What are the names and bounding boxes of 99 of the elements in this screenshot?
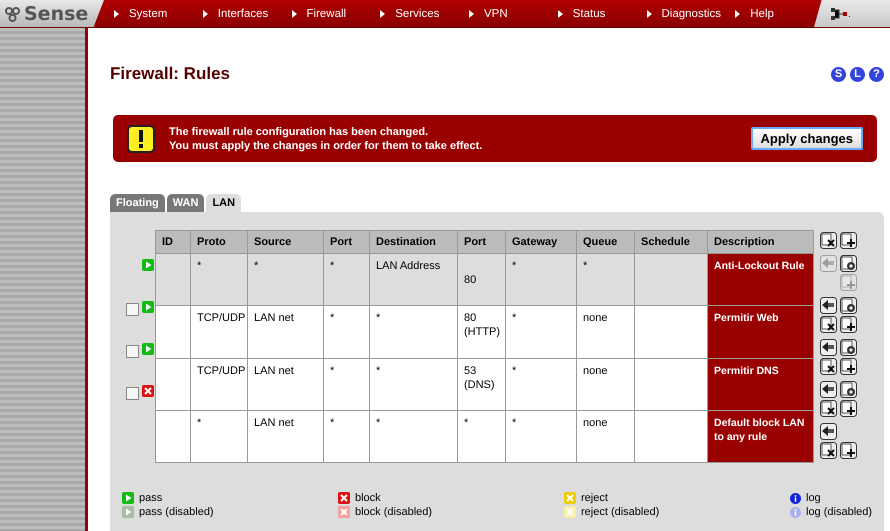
- table-cell: none: [576, 410, 634, 462]
- legend-label: pass (disabled): [139, 506, 214, 518]
- alert-message: The firewall rule configuration has been changed. You must apply the changes in order for them to take effect.: [169, 124, 484, 152]
- menu-item[interactable]: Firewall: [282, 8, 370, 20]
- menu-item[interactable]: Interfaces: [192, 8, 282, 20]
- table-cell: TCP/UDP: [190, 306, 248, 358]
- triangle-icon: [380, 10, 386, 18]
- move-icon[interactable]: [820, 381, 837, 398]
- table-cell: *: [324, 254, 370, 306]
- triangle-icon: [558, 10, 563, 18]
- table-cell: *: [458, 410, 506, 462]
- warning-icon: [127, 124, 155, 152]
- column-header: Source: [248, 230, 324, 254]
- table-cell: 80 (HTTP): [458, 306, 506, 358]
- table-cell: *: [370, 410, 458, 462]
- table-cell: 53 (DNS): [458, 358, 506, 410]
- legend-label: pass: [139, 492, 162, 504]
- table-cell: LAN net: [248, 358, 324, 410]
- page-title: Firewall: Rules: [110, 64, 230, 84]
- legend-label: log: [806, 492, 821, 504]
- table-cell: 80: [458, 254, 506, 306]
- table-cell: LAN net: [248, 410, 324, 462]
- tab[interactable]: Floating: [110, 194, 165, 212]
- checkbox[interactable]: [126, 345, 139, 358]
- column-header: Queue: [576, 230, 634, 254]
- triangle-icon: [202, 10, 208, 18]
- menu-item[interactable]: Diagnostics: [636, 8, 726, 20]
- legend-label: block: [355, 492, 381, 504]
- table-cell: LAN Address: [370, 254, 458, 306]
- legend-label: reject: [581, 492, 608, 504]
- triangle-icon: [469, 10, 474, 18]
- table-cell: *: [506, 358, 576, 410]
- network-icon[interactable]: [830, 6, 850, 20]
- column-header: Schedule: [634, 230, 708, 254]
- help-link[interactable]: L: [850, 66, 865, 82]
- add-icon[interactable]: [840, 232, 857, 249]
- delete-icon[interactable]: [820, 232, 837, 249]
- table-cell: *: [324, 358, 370, 410]
- table-cell: *: [576, 254, 634, 306]
- edit-icon[interactable]: [840, 255, 857, 272]
- table-cell: *: [190, 410, 248, 462]
- add-icon[interactable]: [840, 400, 857, 417]
- legend-label: reject (disabled): [581, 506, 660, 518]
- column-header: Destination: [370, 230, 458, 254]
- table-cell: *: [370, 358, 458, 410]
- move-icon[interactable]: [820, 297, 837, 314]
- column-header: Port: [458, 230, 506, 254]
- legend-label: block (disabled): [355, 506, 432, 518]
- tab[interactable]: WAN: [166, 194, 204, 212]
- triangle-icon: [114, 10, 119, 18]
- table-cell: none: [576, 358, 634, 410]
- table-cell: *: [506, 254, 576, 306]
- rule-description: Default block LAN to any rule: [708, 410, 814, 462]
- rule-description: Permitir DNS: [708, 358, 814, 410]
- triangle-icon: [292, 10, 296, 18]
- move-icon[interactable]: [820, 423, 837, 440]
- delete-icon[interactable]: [820, 316, 837, 333]
- add-icon[interactable]: [840, 316, 857, 333]
- edit-icon[interactable]: [840, 381, 857, 398]
- table-cell: *: [324, 410, 370, 462]
- apply-changes-button[interactable]: Apply changes: [750, 127, 863, 150]
- legend-label: log (disabled): [806, 506, 872, 518]
- rule-description: Permitir Web: [708, 306, 814, 358]
- triangle-icon: [735, 10, 740, 18]
- table-cell: none: [576, 306, 634, 358]
- column-header: Description: [708, 230, 814, 254]
- table-cell: *: [190, 254, 248, 306]
- logo-text: Sense: [24, 2, 88, 24]
- table-cell: *: [248, 254, 324, 306]
- delete-icon[interactable]: [820, 358, 837, 375]
- table-cell: LAN net: [248, 306, 324, 358]
- delete-icon[interactable]: [820, 400, 837, 417]
- column-header: Port: [324, 230, 370, 254]
- table-cell: *: [506, 306, 576, 358]
- table-cell: TCP/UDP: [190, 358, 248, 410]
- edit-icon[interactable]: [840, 339, 857, 356]
- help-link[interactable]: S: [831, 66, 846, 82]
- checkbox[interactable]: [126, 387, 139, 400]
- column-header: ID: [156, 230, 190, 254]
- column-header: Proto: [190, 230, 248, 254]
- menu-item[interactable]: Services: [370, 8, 459, 20]
- add-icon[interactable]: [840, 442, 857, 459]
- table-cell: *: [370, 306, 458, 358]
- menu-item[interactable]: Status: [548, 8, 636, 20]
- triangle-icon: [646, 10, 652, 18]
- move-icon[interactable]: [820, 339, 837, 356]
- tab[interactable]: LAN: [206, 194, 242, 212]
- menu-item[interactable]: System: [104, 8, 193, 20]
- add-icon[interactable]: [840, 358, 857, 375]
- table-cell: *: [506, 410, 576, 462]
- delete-icon[interactable]: [820, 442, 837, 459]
- table-cell: *: [324, 306, 370, 358]
- checkbox[interactable]: [126, 303, 139, 316]
- menu-item[interactable]: VPN: [459, 8, 548, 20]
- edit-icon[interactable]: [840, 297, 857, 314]
- menu-item[interactable]: Help: [725, 8, 814, 20]
- help-link[interactable]: ?: [869, 66, 884, 82]
- rule-description: Anti-Lockout Rule: [708, 254, 814, 306]
- column-header: Gateway: [506, 230, 576, 254]
